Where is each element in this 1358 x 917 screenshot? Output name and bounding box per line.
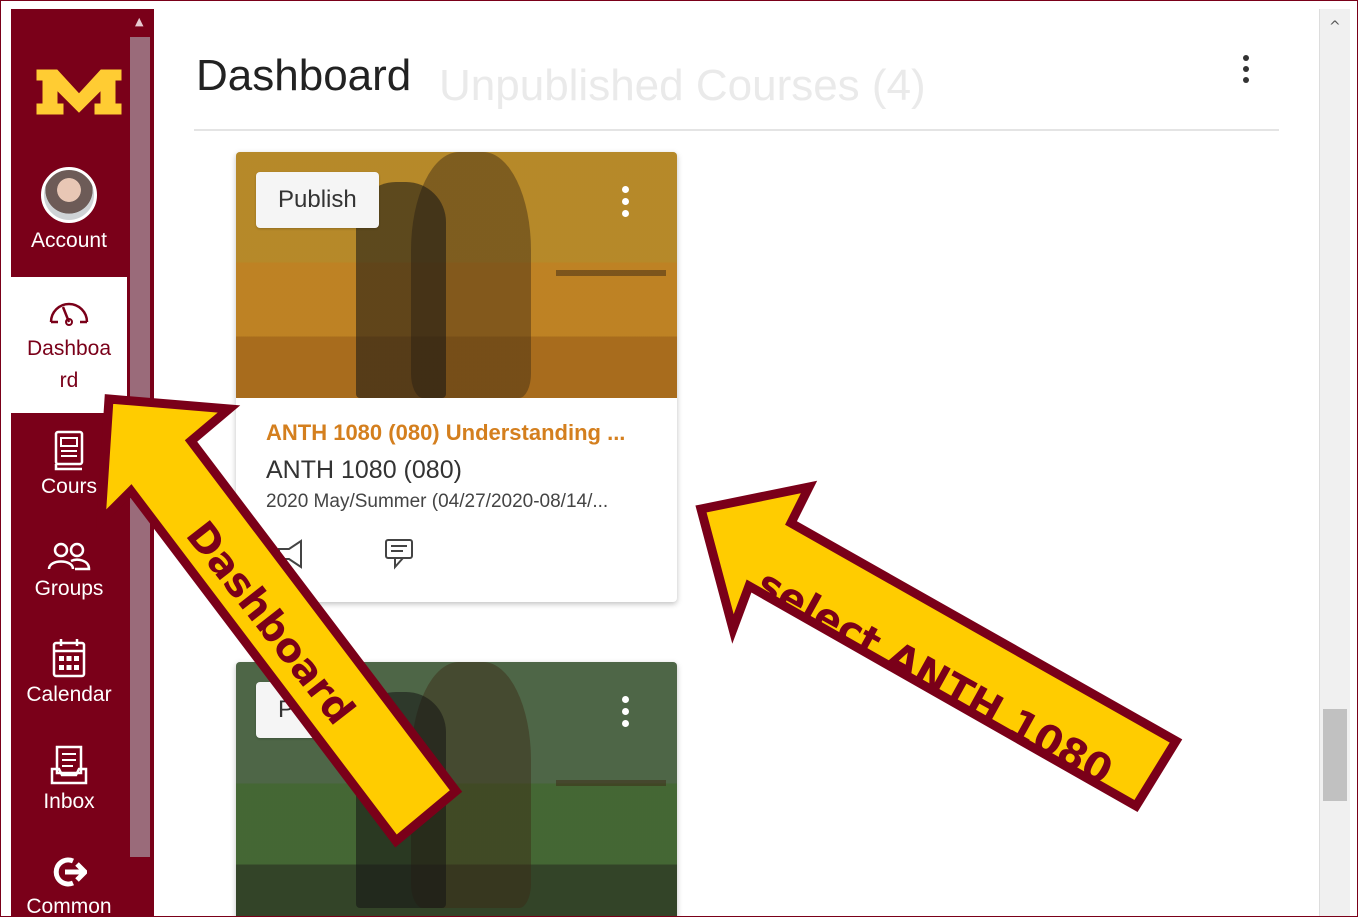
course-code: ANTH 1080 (080) — [266, 456, 462, 484]
discussions-icon[interactable] — [383, 537, 419, 576]
nav-courses-label: Cours — [40, 475, 98, 498]
course-card-image[interactable]: Publish — [236, 152, 677, 398]
card-options-icon[interactable] — [622, 696, 630, 732]
courses-book-icon — [54, 430, 84, 471]
app-frame: Account Dashboa rd Cours Groups Calendar… — [0, 0, 1358, 917]
scroll-up-icon[interactable]: ^ — [1329, 19, 1341, 35]
course-title-link[interactable]: ANTH 1080 (080) Understanding ... — [266, 420, 647, 446]
nav-dashboard-label-2: rd — [59, 369, 79, 392]
dashboard-options-icon[interactable] — [1239, 55, 1253, 88]
nav-account-label: Account — [31, 229, 107, 252]
inbox-icon — [50, 745, 88, 785]
ghost-section-title: Unpublished Courses (4) — [439, 61, 926, 110]
title-divider — [194, 129, 1279, 131]
nav-groups[interactable]: Groups — [11, 541, 127, 601]
nav-inbox-label: Inbox — [43, 790, 95, 813]
avatar — [41, 167, 97, 223]
course-term: 2020 May/Summer (04/27/2020-08/14/... — [266, 491, 609, 512]
groups-icon — [47, 542, 91, 571]
nav-courses[interactable]: Cours — [11, 429, 127, 499]
global-nav: Account Dashboa rd Cours Groups Calendar… — [11, 9, 127, 917]
nav-dashboard-label-1: Dashboa — [26, 337, 112, 360]
nav-groups-label: Groups — [34, 577, 104, 600]
main-content: Unpublished Courses (4) Dashboard Publis… — [154, 9, 1319, 916]
announcements-icon[interactable] — [271, 537, 311, 576]
calendar-icon — [52, 639, 86, 678]
nav-scrollbar[interactable]: ▲ — [127, 9, 154, 916]
nav-scroll-thumb[interactable] — [130, 37, 150, 857]
publish-button[interactable]: Publish — [256, 172, 379, 228]
nav-calendar-label: Calendar — [26, 683, 112, 706]
nav-commons-label: Common — [26, 895, 112, 917]
page-scrollbar[interactable]: ^ — [1319, 9, 1350, 916]
nav-calendar[interactable]: Calendar — [11, 637, 127, 707]
nav-inbox[interactable]: Inbox — [11, 744, 127, 814]
nav-commons[interactable]: Common — [11, 855, 127, 917]
page-scroll-thumb[interactable] — [1323, 709, 1347, 801]
dashboard-gauge-icon — [49, 302, 89, 326]
card-options-icon[interactable] — [622, 186, 630, 222]
page-title: Dashboard — [196, 51, 412, 100]
university-logo[interactable] — [35, 64, 123, 116]
nav-account[interactable]: Account — [11, 167, 127, 253]
nav-dashboard[interactable]: Dashboa rd — [11, 277, 127, 413]
commons-arrow-icon — [53, 857, 87, 887]
nav-scroll-up-icon[interactable]: ▲ — [135, 15, 143, 28]
course-card[interactable]: Publish ANTH 1080 (080) Understanding ..… — [236, 152, 677, 602]
